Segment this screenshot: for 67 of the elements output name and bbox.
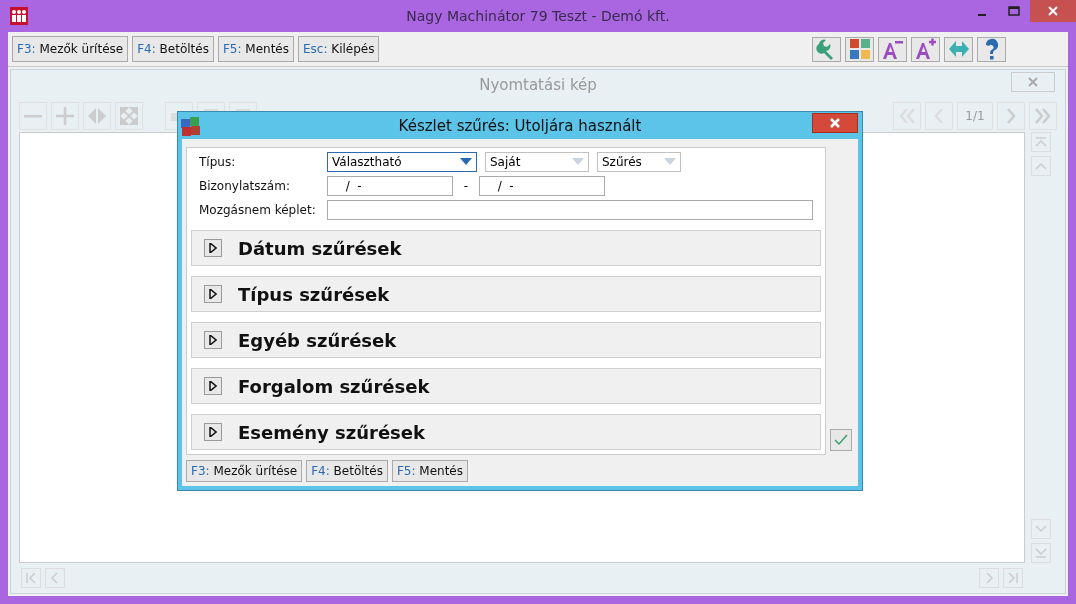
fit-width-icon[interactable] xyxy=(83,102,111,130)
dialog-title: Készlet szűrés: Utoljára használt xyxy=(398,116,642,135)
shortcut-button[interactable]: F5: Mentés xyxy=(391,459,468,482)
shortcut-button[interactable]: F3: Mezők ürítése xyxy=(12,36,129,62)
close-icon xyxy=(1027,77,1039,87)
tiles-icon[interactable] xyxy=(845,36,874,62)
window-title: Nagy Machinátor 79 Teszt - Demó kft. xyxy=(406,8,670,24)
page-indicator: 1/1 xyxy=(957,102,993,130)
scroll-down-icon[interactable] xyxy=(1031,519,1051,539)
field-label: Bizonylatszám: xyxy=(199,179,291,194)
confirm-icon[interactable] xyxy=(830,429,852,452)
shortcut-button[interactable]: F5: Mentés xyxy=(217,36,294,62)
last-page-icon[interactable] xyxy=(1029,102,1057,130)
section-title: Egyéb szűrések xyxy=(238,329,397,351)
collapsible-section[interactable]: Esemény szűrések xyxy=(191,414,821,451)
last-page-icon[interactable] xyxy=(1003,568,1023,588)
shortcut-button[interactable]: Esc: Kilépés xyxy=(298,36,380,62)
input-field[interactable]: / - xyxy=(479,176,605,197)
input-field[interactable]: / - xyxy=(327,176,453,197)
close-icon xyxy=(829,118,841,128)
next-page-icon[interactable] xyxy=(979,568,999,588)
dropdown-arrow-icon xyxy=(664,158,676,167)
first-page-icon[interactable] xyxy=(21,568,41,588)
expand-toggle-icon[interactable] xyxy=(204,239,222,258)
zoom-out-icon[interactable] xyxy=(19,102,47,130)
dropdown-arrow-icon xyxy=(460,158,472,167)
font-increase-icon[interactable] xyxy=(911,36,940,62)
collapsible-section[interactable]: Egyéb szűrések xyxy=(191,322,821,359)
close-button[interactable] xyxy=(1030,0,1076,22)
field-label: Mozgásnem képlet: xyxy=(199,203,317,218)
shortcut-button[interactable]: F4: Betöltés xyxy=(132,36,214,62)
section-title: Dátum szűrések xyxy=(238,237,402,259)
collapsible-section[interactable]: Forgalom szűrések xyxy=(191,368,821,405)
help-icon[interactable] xyxy=(977,36,1006,62)
section-title: Típus szűrések xyxy=(238,283,390,305)
next-page-icon[interactable] xyxy=(997,102,1025,130)
previous-page-icon[interactable] xyxy=(45,568,65,588)
font-decrease-icon[interactable] xyxy=(878,36,907,62)
collapsible-section[interactable]: Típus szűrések xyxy=(191,276,821,313)
scroll-top-icon[interactable] xyxy=(1031,132,1051,152)
close-icon xyxy=(1048,6,1058,16)
expand-toggle-icon[interactable] xyxy=(204,331,222,350)
resize-arrows-icon[interactable] xyxy=(944,36,973,62)
range-separator: - xyxy=(462,179,470,194)
expand-toggle-icon[interactable] xyxy=(204,377,222,396)
dropdown-arrow-icon xyxy=(572,158,584,167)
wrench-icon[interactable] xyxy=(812,36,841,62)
scroll-up-icon[interactable] xyxy=(1031,156,1051,176)
close-button[interactable] xyxy=(812,113,858,133)
dropdown[interactable]: Választható xyxy=(327,152,477,173)
cubes-icon xyxy=(180,115,202,137)
expand-toggle-icon[interactable] xyxy=(204,423,222,442)
app-logo-icon xyxy=(10,7,28,25)
zoom-in-icon[interactable] xyxy=(51,102,79,130)
scroll-bottom-icon[interactable] xyxy=(1031,543,1051,563)
panel-title: Nyomtatási kép xyxy=(479,76,597,94)
minimize-icon xyxy=(978,14,986,16)
expand-toggle-icon[interactable] xyxy=(204,285,222,304)
shortcut-button[interactable]: F3: Mezők ürítése xyxy=(186,459,303,482)
shortcut-button[interactable]: F4: Betöltés xyxy=(306,459,388,482)
maximize-icon xyxy=(1008,6,1020,16)
fullscreen-icon[interactable] xyxy=(115,102,143,130)
section-title: Esemény szűrések xyxy=(238,421,425,443)
collapsible-section[interactable]: Dátum szűrések xyxy=(191,230,821,267)
input-field[interactable] xyxy=(327,200,813,221)
field-label: Típus: xyxy=(199,155,237,170)
section-title: Forgalom szűrések xyxy=(238,375,430,397)
